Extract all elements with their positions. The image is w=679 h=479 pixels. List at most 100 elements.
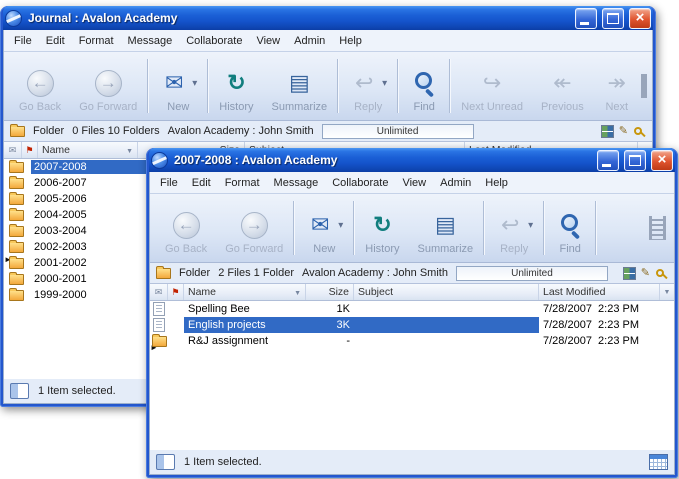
- key-icon[interactable]: [633, 125, 646, 138]
- toolbar-button[interactable]: History: [356, 196, 408, 260]
- file-row[interactable]: English projects 3K 7/28/2007 2:23 PM: [150, 317, 674, 333]
- item-icon: [153, 302, 165, 316]
- toolbar-button[interactable]: Reply: [486, 196, 542, 260]
- toolbar-label: History: [365, 243, 399, 255]
- menu-item[interactable]: Format: [218, 175, 267, 191]
- key-icon[interactable]: [655, 267, 668, 280]
- dropdown-arrow-icon[interactable]: [382, 78, 387, 89]
- column-envelope[interactable]: [150, 284, 168, 300]
- close-button[interactable]: [629, 8, 651, 29]
- toolbar-button[interactable]: Previous: [532, 54, 593, 118]
- titlebar[interactable]: Journal : Avalon Academy: [3, 6, 653, 30]
- toolbar-button[interactable]: Find: [400, 54, 448, 118]
- toolbar-button[interactable]: New: [296, 196, 352, 260]
- pane-toggle-icon[interactable]: [10, 383, 29, 399]
- status-bar: 1 Item selected.: [150, 449, 674, 474]
- item-icon: [152, 336, 167, 347]
- pencil-icon[interactable]: [641, 268, 650, 279]
- menu-item[interactable]: View: [249, 33, 287, 49]
- view-grid-icon[interactable]: [623, 267, 636, 280]
- menu-item[interactable]: View: [395, 175, 433, 191]
- dropdown-arrow-icon[interactable]: [528, 220, 533, 231]
- quota-field: Unlimited: [322, 124, 474, 139]
- view-grid-icon[interactable]: [601, 125, 614, 138]
- item-size: 1K: [306, 301, 354, 317]
- menu-item[interactable]: Help: [332, 33, 369, 49]
- folder-icon: [9, 178, 24, 189]
- item-last-modified: 7/28/2007 2:23 PM: [539, 333, 674, 349]
- toolbar-button[interactable]: Go Forward: [70, 54, 146, 118]
- column-size[interactable]: Size: [306, 284, 354, 300]
- toolbar-icon: [367, 210, 397, 240]
- folder-icon: [10, 126, 25, 137]
- menu-item[interactable]: Message: [121, 33, 180, 49]
- item-flag-cell: [168, 301, 184, 317]
- menu-bar: File Edit Format Message Collaborate Vie…: [4, 30, 652, 52]
- toolbar-button[interactable]: New: [150, 54, 206, 118]
- file-row[interactable]: R&J assignment - 7/28/2007 2:23 PM: [150, 333, 674, 349]
- item-subject: [354, 301, 539, 317]
- toolbar-label: Summarize: [418, 243, 474, 255]
- window-title: 2007-2008 : Avalon Academy: [172, 153, 592, 167]
- menu-item[interactable]: Collaborate: [325, 175, 395, 191]
- column-flag[interactable]: [168, 284, 184, 300]
- pencil-icon[interactable]: [619, 126, 628, 137]
- column-flag[interactable]: [22, 142, 38, 158]
- item-name: R&J assignment: [184, 333, 306, 349]
- toolbar-button[interactable]: Summarize: [409, 196, 483, 260]
- folder-icon: [9, 210, 24, 221]
- file-row[interactable]: Spelling Bee 1K 7/28/2007 2:23 PM: [150, 301, 674, 317]
- menu-item[interactable]: Format: [72, 33, 121, 49]
- minimize-button[interactable]: [597, 150, 619, 171]
- column-last-modified[interactable]: Last Modified: [539, 284, 660, 300]
- item-name: Spelling Bee: [184, 301, 306, 317]
- item-icon-cell: [150, 317, 168, 333]
- column-options-icon[interactable]: [660, 284, 674, 300]
- calendar-icon[interactable]: [649, 454, 668, 470]
- toolbar-button[interactable]: Go Back: [156, 196, 216, 260]
- dropdown-arrow-icon[interactable]: [192, 78, 197, 89]
- sort-arrow-icon: [126, 144, 133, 156]
- toolbar-button[interactable]: Go Forward: [216, 196, 292, 260]
- titlebar[interactable]: 2007-2008 : Avalon Academy: [149, 148, 675, 172]
- column-subject[interactable]: Subject: [354, 284, 539, 300]
- menu-item[interactable]: Help: [478, 175, 515, 191]
- menu-item[interactable]: File: [7, 33, 39, 49]
- status-text: 1 Item selected.: [184, 456, 262, 468]
- toolbar-button[interactable]: Next Unread: [452, 54, 532, 118]
- maximize-button[interactable]: [602, 8, 624, 29]
- toolbar-button[interactable]: Next: [593, 54, 641, 118]
- toolbar: Go Back Go Forward: [4, 52, 652, 121]
- toolbar-button[interactable]: Summarize: [263, 54, 337, 118]
- file-list: Spelling Bee 1K 7/28/2007 2:23 PM Englis…: [150, 301, 674, 449]
- menu-item[interactable]: Edit: [185, 175, 218, 191]
- menu-item[interactable]: Admin: [433, 175, 478, 191]
- toolbar-label: Summarize: [272, 101, 328, 113]
- toolbar-button[interactable]: History: [210, 54, 262, 118]
- app-icon: [5, 10, 22, 27]
- item-flag-cell: [168, 317, 184, 333]
- menu-item[interactable]: Edit: [39, 33, 72, 49]
- envelope-icon: [155, 286, 163, 298]
- column-envelope[interactable]: [4, 142, 22, 158]
- menu-item[interactable]: Admin: [287, 33, 332, 49]
- column-name[interactable]: Name: [38, 142, 138, 158]
- menu-item[interactable]: Message: [267, 175, 326, 191]
- maximize-button[interactable]: [624, 150, 646, 171]
- item-size: -: [306, 333, 354, 349]
- column-name[interactable]: Name: [184, 284, 306, 300]
- item-last-modified: 7/28/2007 2:23 PM: [539, 317, 674, 333]
- sort-arrow-icon: [294, 286, 301, 298]
- close-button[interactable]: [651, 150, 673, 171]
- pane-toggle-icon[interactable]: [156, 454, 175, 470]
- menu-item[interactable]: Collaborate: [179, 33, 249, 49]
- toolbar-button[interactable]: Find: [546, 196, 594, 260]
- dropdown-arrow-icon[interactable]: [338, 220, 343, 231]
- toolbar-button[interactable]: Reply: [340, 54, 396, 118]
- toolbar-button[interactable]: Go Back: [10, 54, 70, 118]
- minimize-button[interactable]: [575, 8, 597, 29]
- infobar-account: Avalon Academy : John Smith: [302, 267, 448, 279]
- menu-item[interactable]: File: [153, 175, 185, 191]
- toolbar-icon: [602, 68, 632, 98]
- window-2007-2008: 2007-2008 : Avalon Academy File Edit For…: [146, 148, 678, 478]
